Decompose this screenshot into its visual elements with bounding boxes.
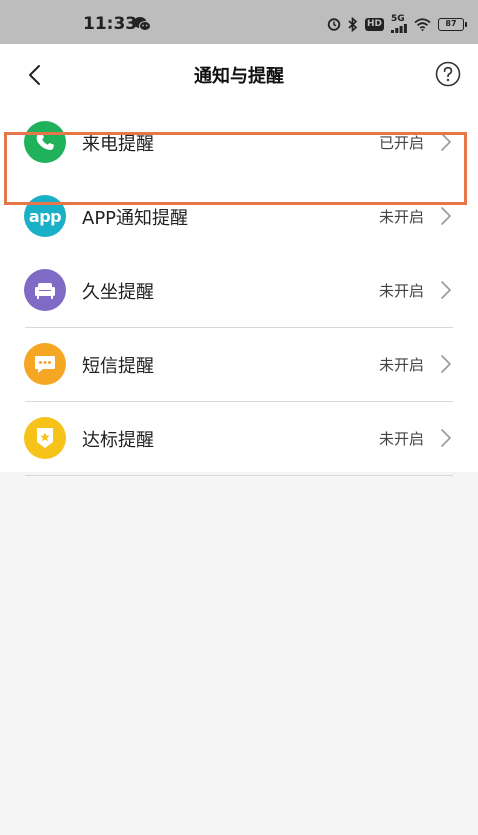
status-icons: HD 5G 87 (327, 14, 467, 33)
alarm-icon (327, 18, 341, 31)
chevron-right-icon (441, 133, 451, 151)
chevron-right-icon (441, 281, 451, 299)
phone-icon (24, 121, 66, 163)
status-bar: 11:33 HD 5G 87 (0, 0, 478, 44)
sofa-icon (24, 269, 66, 311)
reminder-label: 达标提醒 (82, 430, 154, 451)
wechat-icon (133, 17, 151, 31)
reminder-row-sedentary[interactable]: 久坐提醒 未开启 (0, 254, 478, 328)
page-title: 通知与提醒 (194, 66, 284, 87)
wifi-icon (414, 17, 431, 31)
network-type: 5G (391, 14, 405, 24)
reminder-label: 来电提醒 (82, 134, 154, 155)
top-nav: 通知与提醒 (0, 44, 478, 106)
message-icon (24, 343, 66, 385)
chevron-right-icon (441, 207, 451, 225)
reminder-label: 久坐提醒 (82, 282, 154, 303)
chevron-right-icon (441, 355, 451, 373)
reminder-row-sms[interactable]: 短信提醒 未开启 (0, 328, 478, 402)
status-time: 11:33 (83, 14, 138, 34)
chevron-right-icon (441, 429, 451, 447)
reminder-row-call[interactable]: 来电提醒 已开启 (0, 106, 478, 180)
reminder-list: 来电提醒 已开启 app APP通知提醒 未开启 久坐提醒 未开启 短信提醒 未… (0, 106, 478, 476)
star-badge-icon (24, 417, 66, 459)
cellular-signal-icon (391, 24, 407, 33)
reminder-label: 短信提醒 (82, 356, 154, 377)
reminder-row-app[interactable]: app APP通知提醒 未开启 (0, 180, 478, 254)
reminder-row-goal[interactable]: 达标提醒 未开启 (0, 402, 478, 476)
reminder-status: 未开启 (378, 430, 424, 448)
app-icon: app (24, 195, 66, 237)
reminder-status: 未开启 (378, 356, 424, 374)
help-icon[interactable] (435, 61, 461, 87)
battery-icon: 87 (438, 17, 467, 31)
notifications-page: 通知与提醒 来电提醒 已开启 app APP通知提醒 未开启 久坐提醒 未开启 … (0, 44, 478, 476)
hd-badge: HD (364, 17, 384, 31)
bluetooth-icon (348, 16, 358, 32)
app-icon-text: app (28, 206, 62, 226)
reminder-status: 已开启 (378, 134, 424, 152)
reminder-status: 未开启 (378, 208, 424, 226)
reminder-label: APP通知提醒 (82, 208, 189, 229)
reminder-status: 未开启 (378, 282, 424, 300)
row-divider (25, 475, 453, 476)
